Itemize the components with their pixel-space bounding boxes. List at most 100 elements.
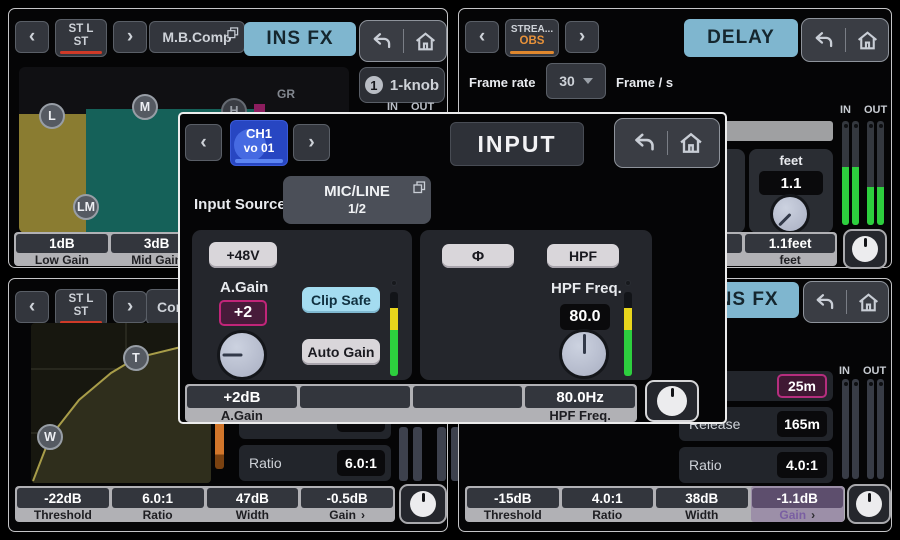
channel-color-bar [235,159,283,163]
param-footer: -22dBThreshold 6.0:1Ratio 47dBWidth -0.5… [15,486,395,522]
footer-cell-threshold[interactable]: -15dBThreshold [467,488,559,522]
frame-rate-dropdown[interactable]: 30 [546,63,606,99]
param-footer: +2dBA.Gain 80.0HzHPF Freq. [185,384,637,422]
feet-value[interactable]: 1.1 [759,171,823,195]
release-value: 165m [777,411,827,437]
input-source-button[interactable]: MIC/LINE 1/2 [283,176,431,224]
divider [403,29,404,53]
next-channel-button[interactable]: › [565,21,599,53]
in-meter-r [852,121,859,225]
footer-cell-ratio[interactable]: 6.0:1Ratio [112,488,204,522]
knob-icon [856,491,882,517]
frame-rate-label: Frame rate [469,75,535,90]
phantom-power-button[interactable]: +48V [209,242,277,268]
footer-cell-2[interactable] [300,386,410,422]
divider [845,28,846,52]
again-knob[interactable] [220,333,264,377]
threshold-handle[interactable]: T [123,345,149,371]
again-level-meter [390,292,398,376]
next-channel-button[interactable]: › [113,291,147,323]
auto-gain-button[interactable]: Auto Gain [302,339,380,365]
one-knob-button[interactable]: 1 1-knob [359,67,445,103]
one-knob-access[interactable] [399,484,447,524]
channel-select-button[interactable]: ST L ST [55,19,107,57]
next-channel-button[interactable]: › [293,124,330,161]
footer-cell-width[interactable]: 38dBWidth [656,488,748,522]
meter-peak-dot [391,280,397,286]
footer-cell-feet[interactable]: 1.1feetfeet [745,234,835,266]
divider [846,290,847,314]
more-params-arrow-icon: › [811,508,815,521]
channel-name: ST L [69,23,94,36]
undo-icon[interactable] [369,29,394,54]
param-footer: -15dBThreshold 4.0:1Ratio 38dBWidth -1.1… [465,486,845,522]
home-icon[interactable] [413,29,438,54]
channel-select-button[interactable]: CH1 vo 01 [230,120,288,166]
footer-cell-gain[interactable]: -0.5dBGain› [301,488,393,522]
knob-mark [778,213,791,226]
one-knob-access[interactable] [847,484,891,524]
in-label: IN [839,365,850,377]
footer-cell-ratio[interactable]: 4.0:1Ratio [562,488,654,522]
hpf-button[interactable]: HPF [547,244,619,268]
out-meter-l [867,379,874,479]
one-knob-access[interactable] [843,229,887,269]
home-icon[interactable] [677,129,705,157]
nav-box [359,20,447,62]
footer-cell-hpf-freq[interactable]: 80.0HzHPF Freq. [525,386,635,422]
channel-name2: vo 01 [231,141,287,155]
channel-name2: OBS [520,35,545,48]
channel-select-button[interactable]: ST L ST [55,289,107,327]
undo-icon[interactable] [630,129,658,157]
again-value[interactable]: +2 [219,300,267,326]
knob-icon [852,236,878,262]
phase-hpf-section: Φ HPF HPF Freq. 80.0 [420,230,652,380]
footer-cell-width[interactable]: 47dBWidth [207,488,299,522]
out-meter-r [877,121,884,225]
clip-safe-button[interactable]: Clip Safe [302,287,380,313]
preset-button[interactable]: M.B.Comp [149,21,245,53]
prev-channel-button[interactable]: ‹ [185,124,222,161]
in-meter-r [852,379,859,479]
knob-icon [410,491,436,517]
ratio-row[interactable]: Ratio 6.0:1 [239,445,391,481]
channel-color-bar [510,51,554,54]
footer-cell-again[interactable]: +2dBA.Gain [187,386,297,422]
feet-knob[interactable] [773,197,807,231]
one-knob-badge-icon: 1 [365,76,383,94]
out-meter-r [877,379,884,479]
hpf-freq-knob[interactable] [562,332,606,376]
footer-cell-threshold[interactable]: -22dBThreshold [17,488,109,522]
mid-band-handle[interactable]: M [132,94,158,120]
hpf-freq-value[interactable]: 80.0 [560,304,610,330]
channel-name2: ST [74,36,89,49]
footer-cell-gain[interactable]: -1.1dBGain› [751,486,845,522]
footer-cell-low-gain[interactable]: 1dBLow Gain [16,234,108,266]
channel-name: ST L [69,293,94,306]
low-mid-crossover-handle[interactable]: LM [73,194,99,220]
home-icon[interactable] [856,290,881,315]
next-channel-button[interactable]: › [113,21,147,53]
knob-mark [222,354,242,357]
channel-name: STREA... [511,24,553,36]
in-meter-l [842,121,849,225]
home-icon[interactable] [855,28,880,53]
copy-icon [413,180,426,199]
ratio-row[interactable]: Ratio 4.0:1 [679,447,833,483]
prev-channel-button[interactable]: ‹ [15,291,49,323]
prev-channel-button[interactable]: ‹ [15,21,49,53]
width-handle[interactable]: W [37,424,63,450]
one-knob-access[interactable] [645,380,699,422]
footer-cell-3[interactable] [413,386,523,422]
in-label: IN [840,104,851,116]
low-band-handle[interactable]: L [39,103,65,129]
input-source-value2: 1/2 [348,201,366,217]
undo-icon[interactable] [811,28,836,53]
undo-icon[interactable] [812,290,837,315]
knob-icon [657,386,687,416]
channel-select-button[interactable]: STREA... OBS [505,19,559,57]
preset-label: M.B.Comp [162,29,231,45]
prev-channel-button[interactable]: ‹ [465,21,499,53]
phase-button[interactable]: Φ [442,244,514,268]
nav-box [614,118,720,168]
